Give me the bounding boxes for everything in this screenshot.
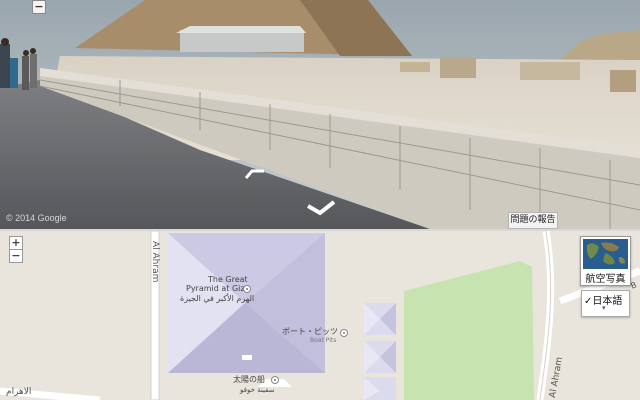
map-canvas <box>0 231 640 400</box>
poi-pyramid-arabic[interactable]: الهرم الأكبر في الجيزة <box>180 294 254 303</box>
satellite-toggle-button[interactable]: 航空写真 <box>580 236 631 286</box>
poi-boat-pits-jp[interactable]: ボート・ピッツ <box>282 326 338 337</box>
queens-pyramids <box>364 303 396 400</box>
poi-solar-boat-museum-icon[interactable] <box>271 376 279 384</box>
satellite-toggle-label: 航空写真 <box>585 274 626 285</box>
nav-arrow-down-icon[interactable] <box>306 200 336 216</box>
poi-pyramid-name-1[interactable]: The Great <box>208 275 248 284</box>
poi-pyramid-marker-icon[interactable] <box>243 285 251 293</box>
road-label-arabic: الاهرام <box>6 387 32 397</box>
street-view-panel[interactable]: − © 2014 Google 問題の報告 <box>0 0 640 229</box>
poi-boat-pits-marker-icon[interactable] <box>340 329 348 337</box>
poi-solar-boat-jp[interactable]: 太陽の船 <box>233 374 265 385</box>
nav-arrow-left-icon[interactable] <box>244 168 266 180</box>
satellite-thumbnail-icon <box>583 239 628 269</box>
poi-pyramid-name-2[interactable]: Pyramid at Giza <box>186 284 250 293</box>
map-panel[interactable]: + − Al Ahram Al Ahram الاهرام B The Grea… <box>0 231 640 400</box>
language-select-button[interactable]: ✓日本語 ▾ <box>581 290 630 317</box>
zoom-in-button[interactable]: + <box>9 236 23 250</box>
report-problem-button[interactable]: 問題の報告 <box>508 212 558 229</box>
road-label-al-ahram-left: Al Ahram <box>150 241 160 283</box>
poi-solar-boat-arabic[interactable]: سفينة خوفو <box>240 386 275 394</box>
street-view-zoom-out-button[interactable]: − <box>32 0 46 14</box>
zoom-out-button[interactable]: − <box>9 249 23 263</box>
chevron-down-icon: ▾ <box>602 304 606 312</box>
street-view-image <box>0 0 640 229</box>
street-view-copyright: © 2014 Google <box>6 213 67 223</box>
poi-boat-pits-en[interactable]: Boat Pits <box>310 337 336 344</box>
